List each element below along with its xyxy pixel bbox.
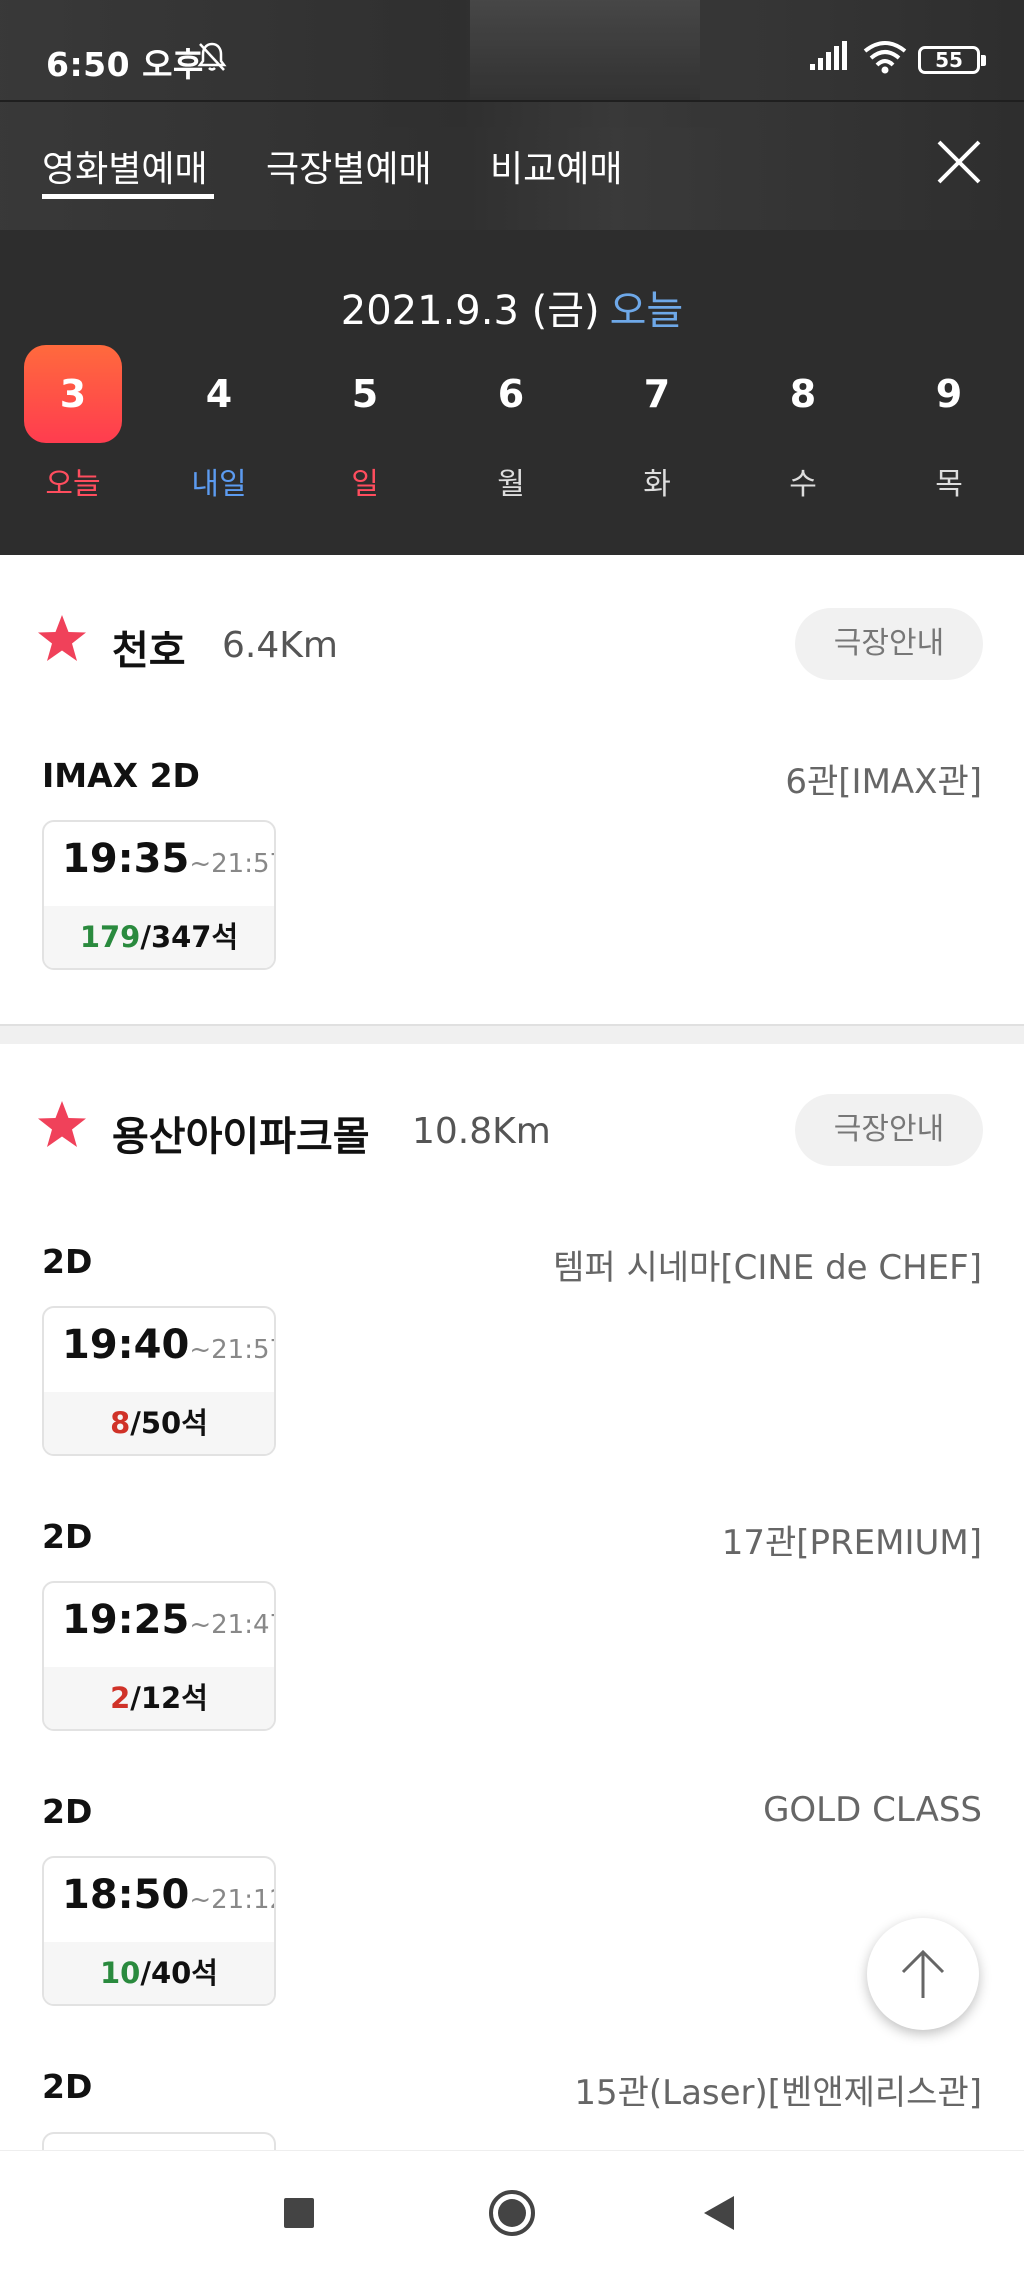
theater-name[interactable]: 용산아이파크몰	[112, 1104, 370, 1162]
start-time: 18:50	[62, 1872, 190, 1918]
star-icon[interactable]	[34, 612, 90, 668]
date-weekday: 목	[935, 467, 963, 502]
date-number: 7	[643, 372, 671, 416]
available-seats: 8	[110, 1406, 131, 1440]
showtime-card[interactable]: 19:40~21:57 8/50석	[42, 1306, 276, 1456]
header: 6:50 오후 55 영화별예매 극장별예매 비교예매 2021.9.3 (금)…	[0, 0, 1024, 555]
screen-format: IMAX 2D	[42, 756, 200, 795]
total-seats: /50석	[130, 1406, 208, 1440]
screen-hall: 6관[IMAX관]	[785, 762, 982, 802]
wifi-icon	[863, 41, 907, 74]
screen-hall: 템퍼 시네마[CINE de CHEF]	[553, 1248, 982, 1288]
total-seats: /40석	[140, 1956, 218, 1990]
start-time: 19:25	[62, 1597, 190, 1643]
tab-movie-booking[interactable]: 영화별예매	[42, 140, 208, 192]
section-divider	[0, 1024, 1024, 1044]
status-time: 6:50 오후	[46, 45, 204, 84]
scroll-top-button[interactable]	[867, 1918, 979, 2030]
showtime-card[interactable]: 19:35~21:57 179/347석	[42, 820, 276, 970]
seat-count: 10/40석	[44, 1942, 274, 2004]
theater-distance: 6.4Km	[222, 625, 338, 666]
total-seats: /12석	[130, 1681, 208, 1715]
available-seats: 10	[100, 1956, 141, 1990]
date-item[interactable]: 6 월	[462, 345, 560, 502]
end-time: ~21:57	[189, 1335, 274, 1365]
date-item[interactable]: 4 내일	[170, 345, 268, 502]
date-number: 5	[351, 372, 379, 416]
divider	[0, 100, 1024, 102]
date-weekday: 화	[643, 467, 671, 502]
screen-format: 2D	[42, 1517, 93, 1556]
theater-info-button[interactable]: 극장안내	[795, 1094, 983, 1166]
start-time: 19:35	[62, 836, 190, 882]
date-item[interactable]: 8 수	[754, 345, 852, 502]
square-icon[interactable]	[269, 2183, 329, 2243]
end-time: ~21:57	[189, 849, 274, 879]
star-icon[interactable]	[34, 1098, 90, 1154]
battery-indicator: 55	[918, 46, 986, 74]
bell-off-icon	[197, 42, 227, 71]
date-item[interactable]: 9 목	[900, 345, 998, 502]
date-number: 4	[205, 372, 233, 416]
tab-theater-booking[interactable]: 극장별예매	[266, 140, 432, 192]
showtime-card[interactable]: 18:50~21:12 10/40석	[42, 1856, 276, 2006]
screen-hall: GOLD CLASS	[763, 1790, 982, 1830]
today-label: 오늘	[609, 288, 684, 334]
tab-compare-booking[interactable]: 비교예매	[490, 140, 622, 192]
end-time: ~21:12	[189, 1885, 274, 1915]
total-seats: /347석	[140, 920, 239, 954]
theater-name[interactable]: 천호	[112, 618, 186, 676]
system-navigation-bar	[0, 2150, 1024, 2275]
end-time: ~21:47	[189, 1610, 274, 1640]
date-number: 8	[789, 372, 817, 416]
active-tab-indicator	[42, 194, 214, 199]
date-item[interactable]: 5 일	[316, 345, 414, 502]
signal-icon	[810, 41, 847, 70]
selected-date: 2021.9.3 (금) 오늘	[0, 278, 1024, 336]
screen-hall: 17관[PREMIUM]	[721, 1523, 982, 1563]
arrow-up-icon	[901, 1949, 945, 1998]
start-time: 19:40	[62, 1322, 190, 1368]
screen-hall: 15관(Laser)[벤앤제리스관]	[574, 2073, 982, 2113]
seat-count: 8/50석	[44, 1392, 274, 1454]
theater-distance: 10.8Km	[412, 1111, 551, 1152]
screen-format: 2D	[42, 2067, 93, 2106]
date-weekday: 수	[789, 467, 817, 502]
date-number: 6	[497, 372, 525, 416]
screen-format: 2D	[42, 1242, 93, 1281]
close-icon[interactable]	[935, 138, 983, 186]
available-seats: 179	[79, 920, 141, 954]
seat-count: 2/12석	[44, 1667, 274, 1729]
screen-format: 2D	[42, 1792, 93, 1831]
date-weekday: 월	[497, 467, 525, 502]
circle-icon[interactable]	[482, 2183, 542, 2243]
theater-info-button[interactable]: 극장안내	[795, 608, 983, 680]
triangle-back-icon[interactable]	[690, 2183, 750, 2243]
date-number: 9	[935, 372, 963, 416]
date-text: 2021.9.3 (금)	[340, 288, 600, 334]
available-seats: 2	[110, 1681, 131, 1715]
date-item[interactable]: 7 화	[608, 345, 706, 502]
date-number: 3	[24, 345, 122, 443]
date-weekday: 내일	[191, 467, 247, 502]
date-weekday: 일	[351, 467, 379, 502]
status-bar: 6:50 오후 55	[0, 0, 1024, 100]
date-item[interactable]: 3 오늘	[24, 345, 122, 502]
showtime-card[interactable]: 19:25~21:47 2/12석	[42, 1581, 276, 1731]
date-weekday: 오늘	[45, 467, 101, 502]
seat-count: 179/347석	[44, 906, 274, 968]
